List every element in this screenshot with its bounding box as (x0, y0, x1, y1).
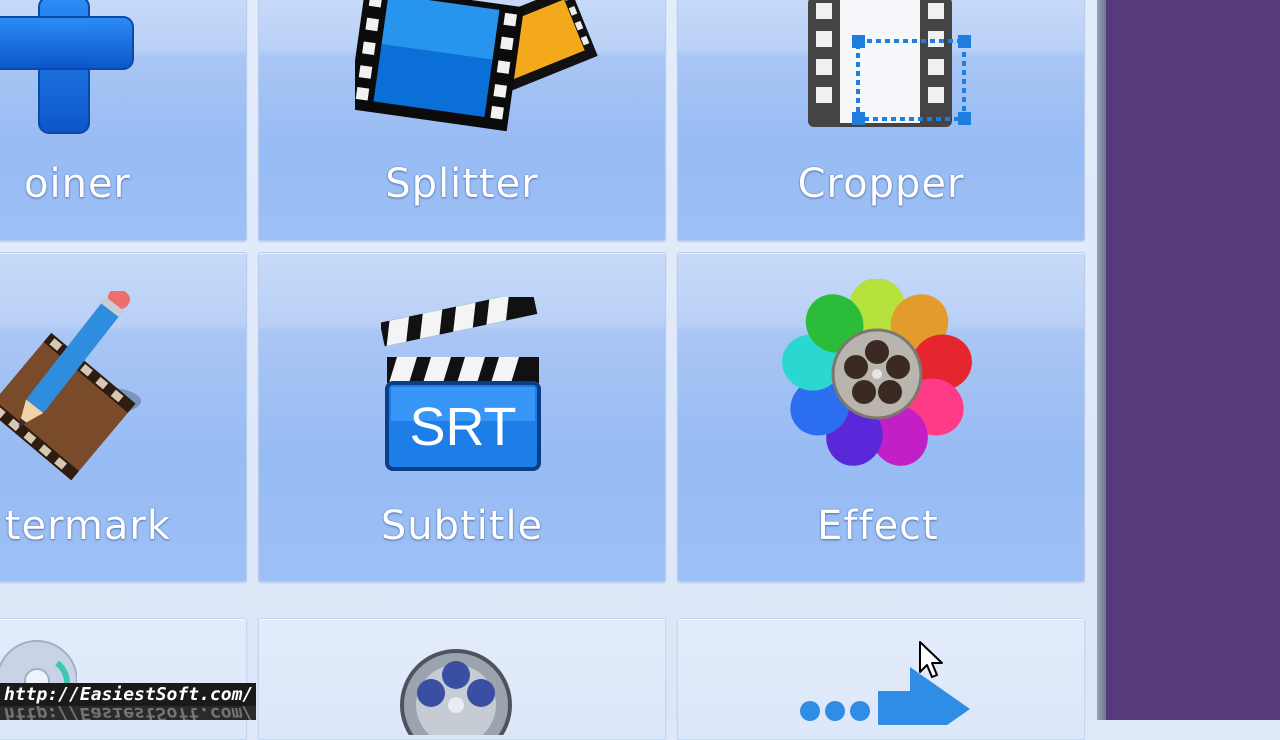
film-split-icon (355, 0, 598, 132)
watermark-label: termark (4, 503, 171, 549)
watermark-tile[interactable]: termark (0, 252, 247, 582)
cropper-label: Cropper (797, 161, 965, 207)
clapperboard-srt-icon: SRT (381, 297, 541, 471)
subtitle-tile[interactable]: SRT Subtitle (258, 252, 666, 582)
film-reel-tile[interactable] (258, 618, 666, 740)
watermark-url: http://EasiestSoft.com/ (0, 683, 256, 706)
joiner-tile[interactable]: oiner (0, 0, 247, 241)
film-crop-icon (808, 0, 971, 127)
srt-text: SRT (409, 397, 516, 457)
disc-tile[interactable] (0, 618, 247, 740)
film-pencil-icon (0, 291, 141, 481)
tool-grid-panel: oiner Splitter Cropper termark SRT Subti… (0, 0, 1097, 740)
cropper-tile[interactable]: Cropper (677, 0, 1085, 241)
effect-tile[interactable]: Effect (677, 252, 1085, 582)
film-reel-icon (400, 649, 512, 735)
splitter-tile[interactable]: Splitter (258, 0, 666, 241)
splitter-label: Splitter (385, 161, 539, 207)
arrow-right-icon (800, 667, 970, 725)
joiner-label: oiner (24, 161, 131, 207)
desktop-background (1106, 0, 1280, 720)
color-flower-reel-icon (782, 279, 972, 466)
panel-border (1097, 0, 1106, 720)
plus-icon (0, 0, 134, 134)
effect-label: Effect (817, 503, 939, 549)
next-tile[interactable] (677, 618, 1085, 740)
mouse-cursor-icon (919, 641, 943, 678)
subtitle-label: Subtitle (380, 503, 544, 549)
watermark-url-reflection: http://EasiestSoft.com/ (0, 706, 256, 720)
